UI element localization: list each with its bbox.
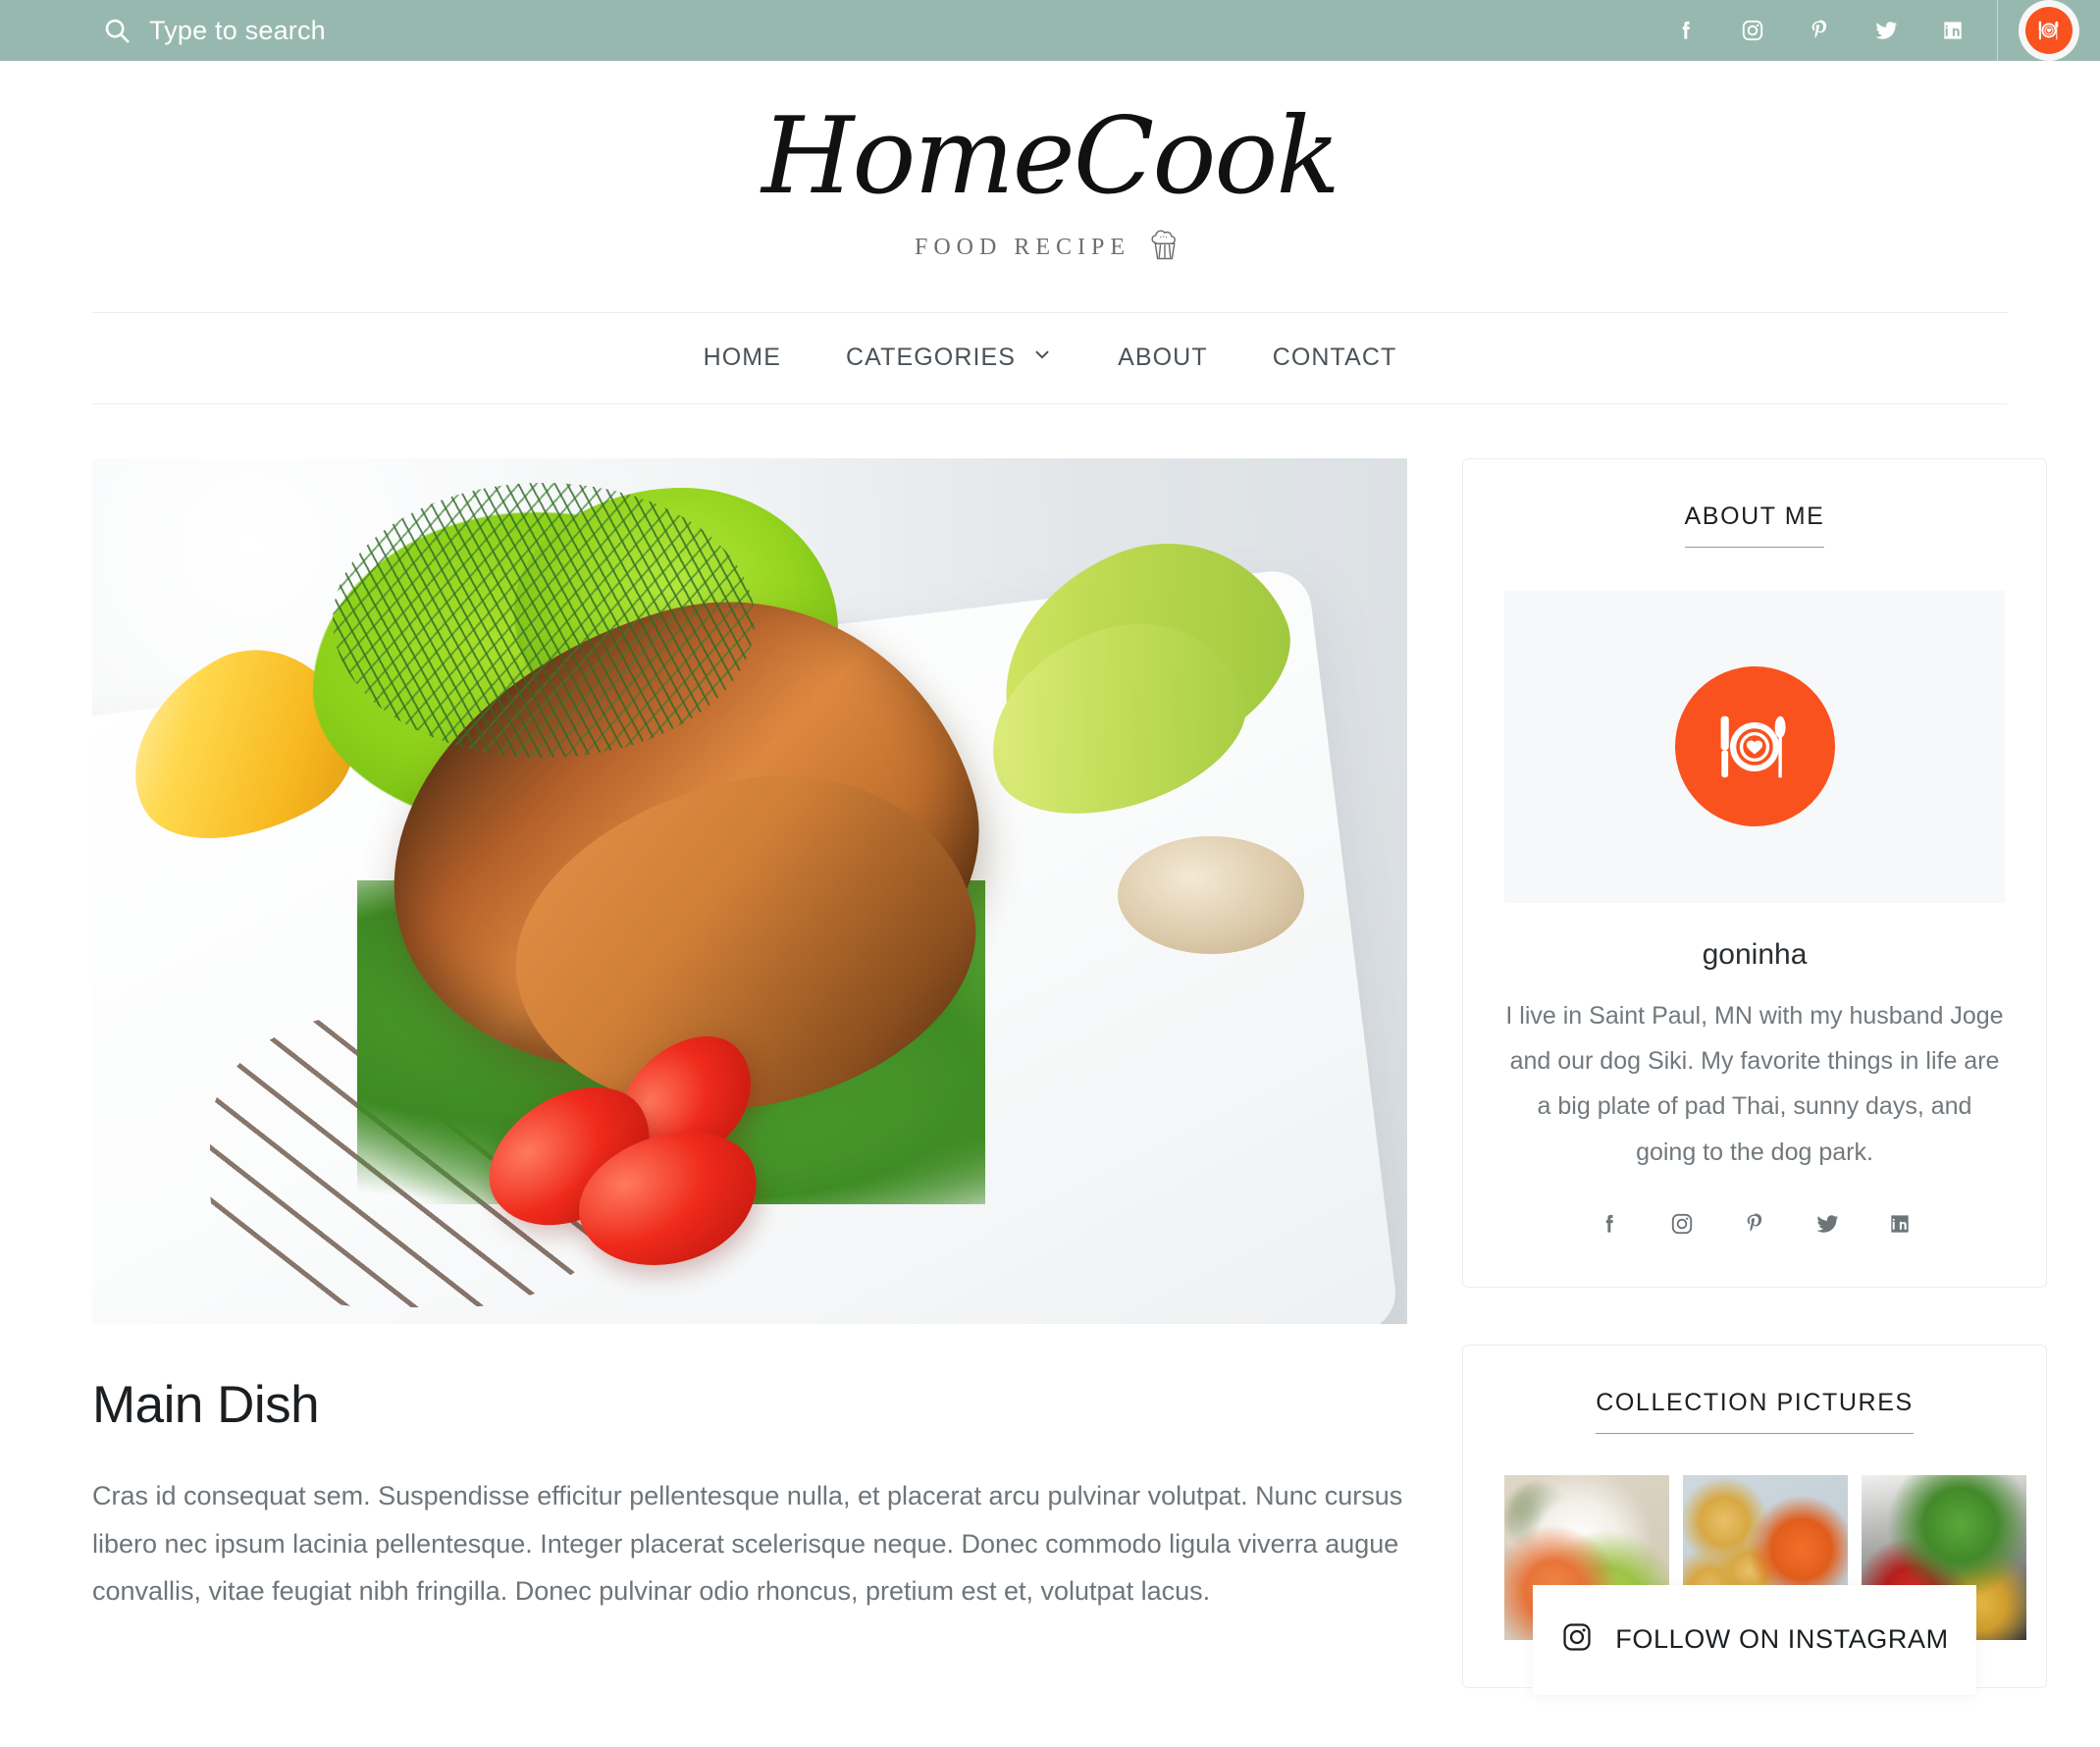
instagram-icon[interactable] (1736, 14, 1769, 47)
page-body: Main Dish Cras id consequat sem. Suspend… (0, 404, 2100, 1695)
avatar-container (1504, 590, 2005, 903)
collection-title: COLLECTION PICTURES (1596, 1389, 1914, 1434)
article-body: Cras id consequat sem. Suspendisse effic… (92, 1480, 1403, 1607)
nav-item-label: CONTACT (1272, 344, 1397, 372)
nav-item-about[interactable]: ABOUT (1085, 344, 1240, 372)
search-area[interactable] (102, 15, 561, 46)
collection-thumb-grid: FOLLOW ON INSTAGRAM (1504, 1474, 2026, 1695)
chevron-down-icon (1031, 344, 1053, 372)
top-bar-right (1669, 0, 2100, 61)
about-me-title-row: ABOUT ME (1504, 503, 2005, 548)
article-title: Main Dish (92, 1375, 320, 1434)
follow-button-label: FOLLOW ON INSTAGRAM (1615, 1624, 1949, 1655)
nav-item-home[interactable]: HOME (671, 344, 814, 372)
collection-pictures-card: COLLECTION PICTURES FOLLOW ON INSTAGRAM (1462, 1344, 2047, 1695)
instagram-icon (1560, 1620, 1594, 1659)
about-me-card: ABOUT ME goninha I live in Saint Paul, M… (1462, 457, 2047, 1288)
main-content: Main Dish Cras id consequat sem. Suspend… (92, 457, 1407, 1615)
follow-on-instagram-button[interactable]: FOLLOW ON INSTAGRAM (1533, 1584, 1976, 1695)
restaurant-plate-icon (2025, 7, 2073, 54)
instagram-icon[interactable] (1666, 1208, 1698, 1240)
facebook-icon[interactable] (1669, 14, 1703, 47)
search-input[interactable] (149, 15, 561, 46)
top-bar (0, 0, 2100, 61)
author-name: goninha (1702, 937, 1808, 971)
site-header: HomeCook FOOD RECIPE (0, 61, 2100, 271)
linkedin-icon[interactable] (1936, 14, 1969, 47)
main-nav: HOME CATEGORIES ABOUT CONTACT (0, 313, 2100, 403)
author-bio: I live in Saint Paul, MN with my husband… (1505, 1001, 2004, 1166)
twitter-icon[interactable] (1869, 14, 1903, 47)
logo-tagline: FOOD RECIPE (0, 225, 2100, 271)
nav-item-label: HOME (703, 344, 782, 372)
logo-tagline-text: FOOD RECIPE (914, 234, 1131, 260)
site-logo[interactable]: HomeCook (0, 97, 2100, 217)
avatar (1674, 666, 1835, 827)
collection-title-row: COLLECTION PICTURES (1504, 1389, 2005, 1434)
sidebar: ABOUT ME goninha I live in Saint Paul, M… (1462, 457, 2047, 1695)
pinterest-icon[interactable] (1803, 14, 1836, 47)
nav-item-label: CATEGORIES (846, 344, 1017, 372)
linkedin-icon[interactable] (1884, 1208, 1916, 1240)
pinterest-icon[interactable] (1739, 1208, 1770, 1240)
nav-item-categories[interactable]: CATEGORIES (814, 344, 1085, 372)
nav-item-label: ABOUT (1118, 344, 1208, 372)
brand-badge-wrap[interactable] (1998, 0, 2100, 61)
sidebar-social-links (1504, 1208, 2005, 1240)
search-icon (102, 16, 131, 45)
about-me-title: ABOUT ME (1684, 503, 1825, 548)
nav-item-contact[interactable]: CONTACT (1240, 344, 1430, 372)
brand-badge[interactable] (2019, 0, 2079, 61)
facebook-icon[interactable] (1594, 1208, 1625, 1240)
top-social-links (1669, 14, 1997, 47)
article-hero-image[interactable] (92, 457, 1407, 1324)
twitter-icon[interactable] (1811, 1208, 1843, 1240)
cupcake-icon (1144, 225, 1185, 271)
